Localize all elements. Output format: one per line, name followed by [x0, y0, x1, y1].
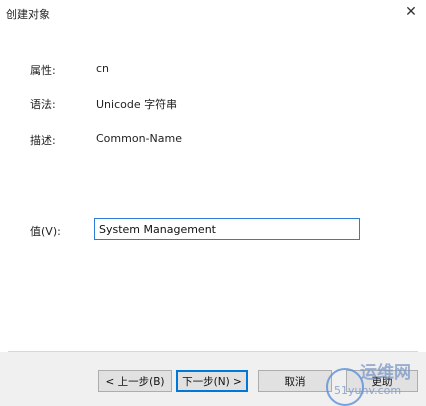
dialog-content: 属性: cn 语法: Unicode 字符串 描述: Common-Name 值… — [0, 26, 426, 350]
value-label: 值(V): — [30, 225, 61, 238]
description-value: Common-Name — [96, 132, 182, 145]
attribute-value: cn — [96, 62, 110, 75]
attribute-label: 属性: — [30, 64, 56, 77]
title-bar: 创建对象 ✕ — [0, 0, 426, 26]
close-icon[interactable]: ✕ — [400, 0, 422, 24]
value-input[interactable] — [94, 218, 360, 240]
window-title: 创建对象 — [6, 8, 50, 21]
syntax-label: 语法: — [30, 98, 56, 111]
watermark-url: 51yunv.com — [334, 384, 402, 397]
cancel-button[interactable]: 取消 — [258, 370, 332, 392]
back-button[interactable]: < 上一步(B) — [98, 370, 172, 392]
next-button[interactable]: 下一步(N) > — [176, 370, 248, 392]
description-label: 描述: — [30, 134, 56, 147]
syntax-value: Unicode 字符串 — [96, 98, 178, 111]
watermark-title: 运维网 — [360, 363, 411, 383]
